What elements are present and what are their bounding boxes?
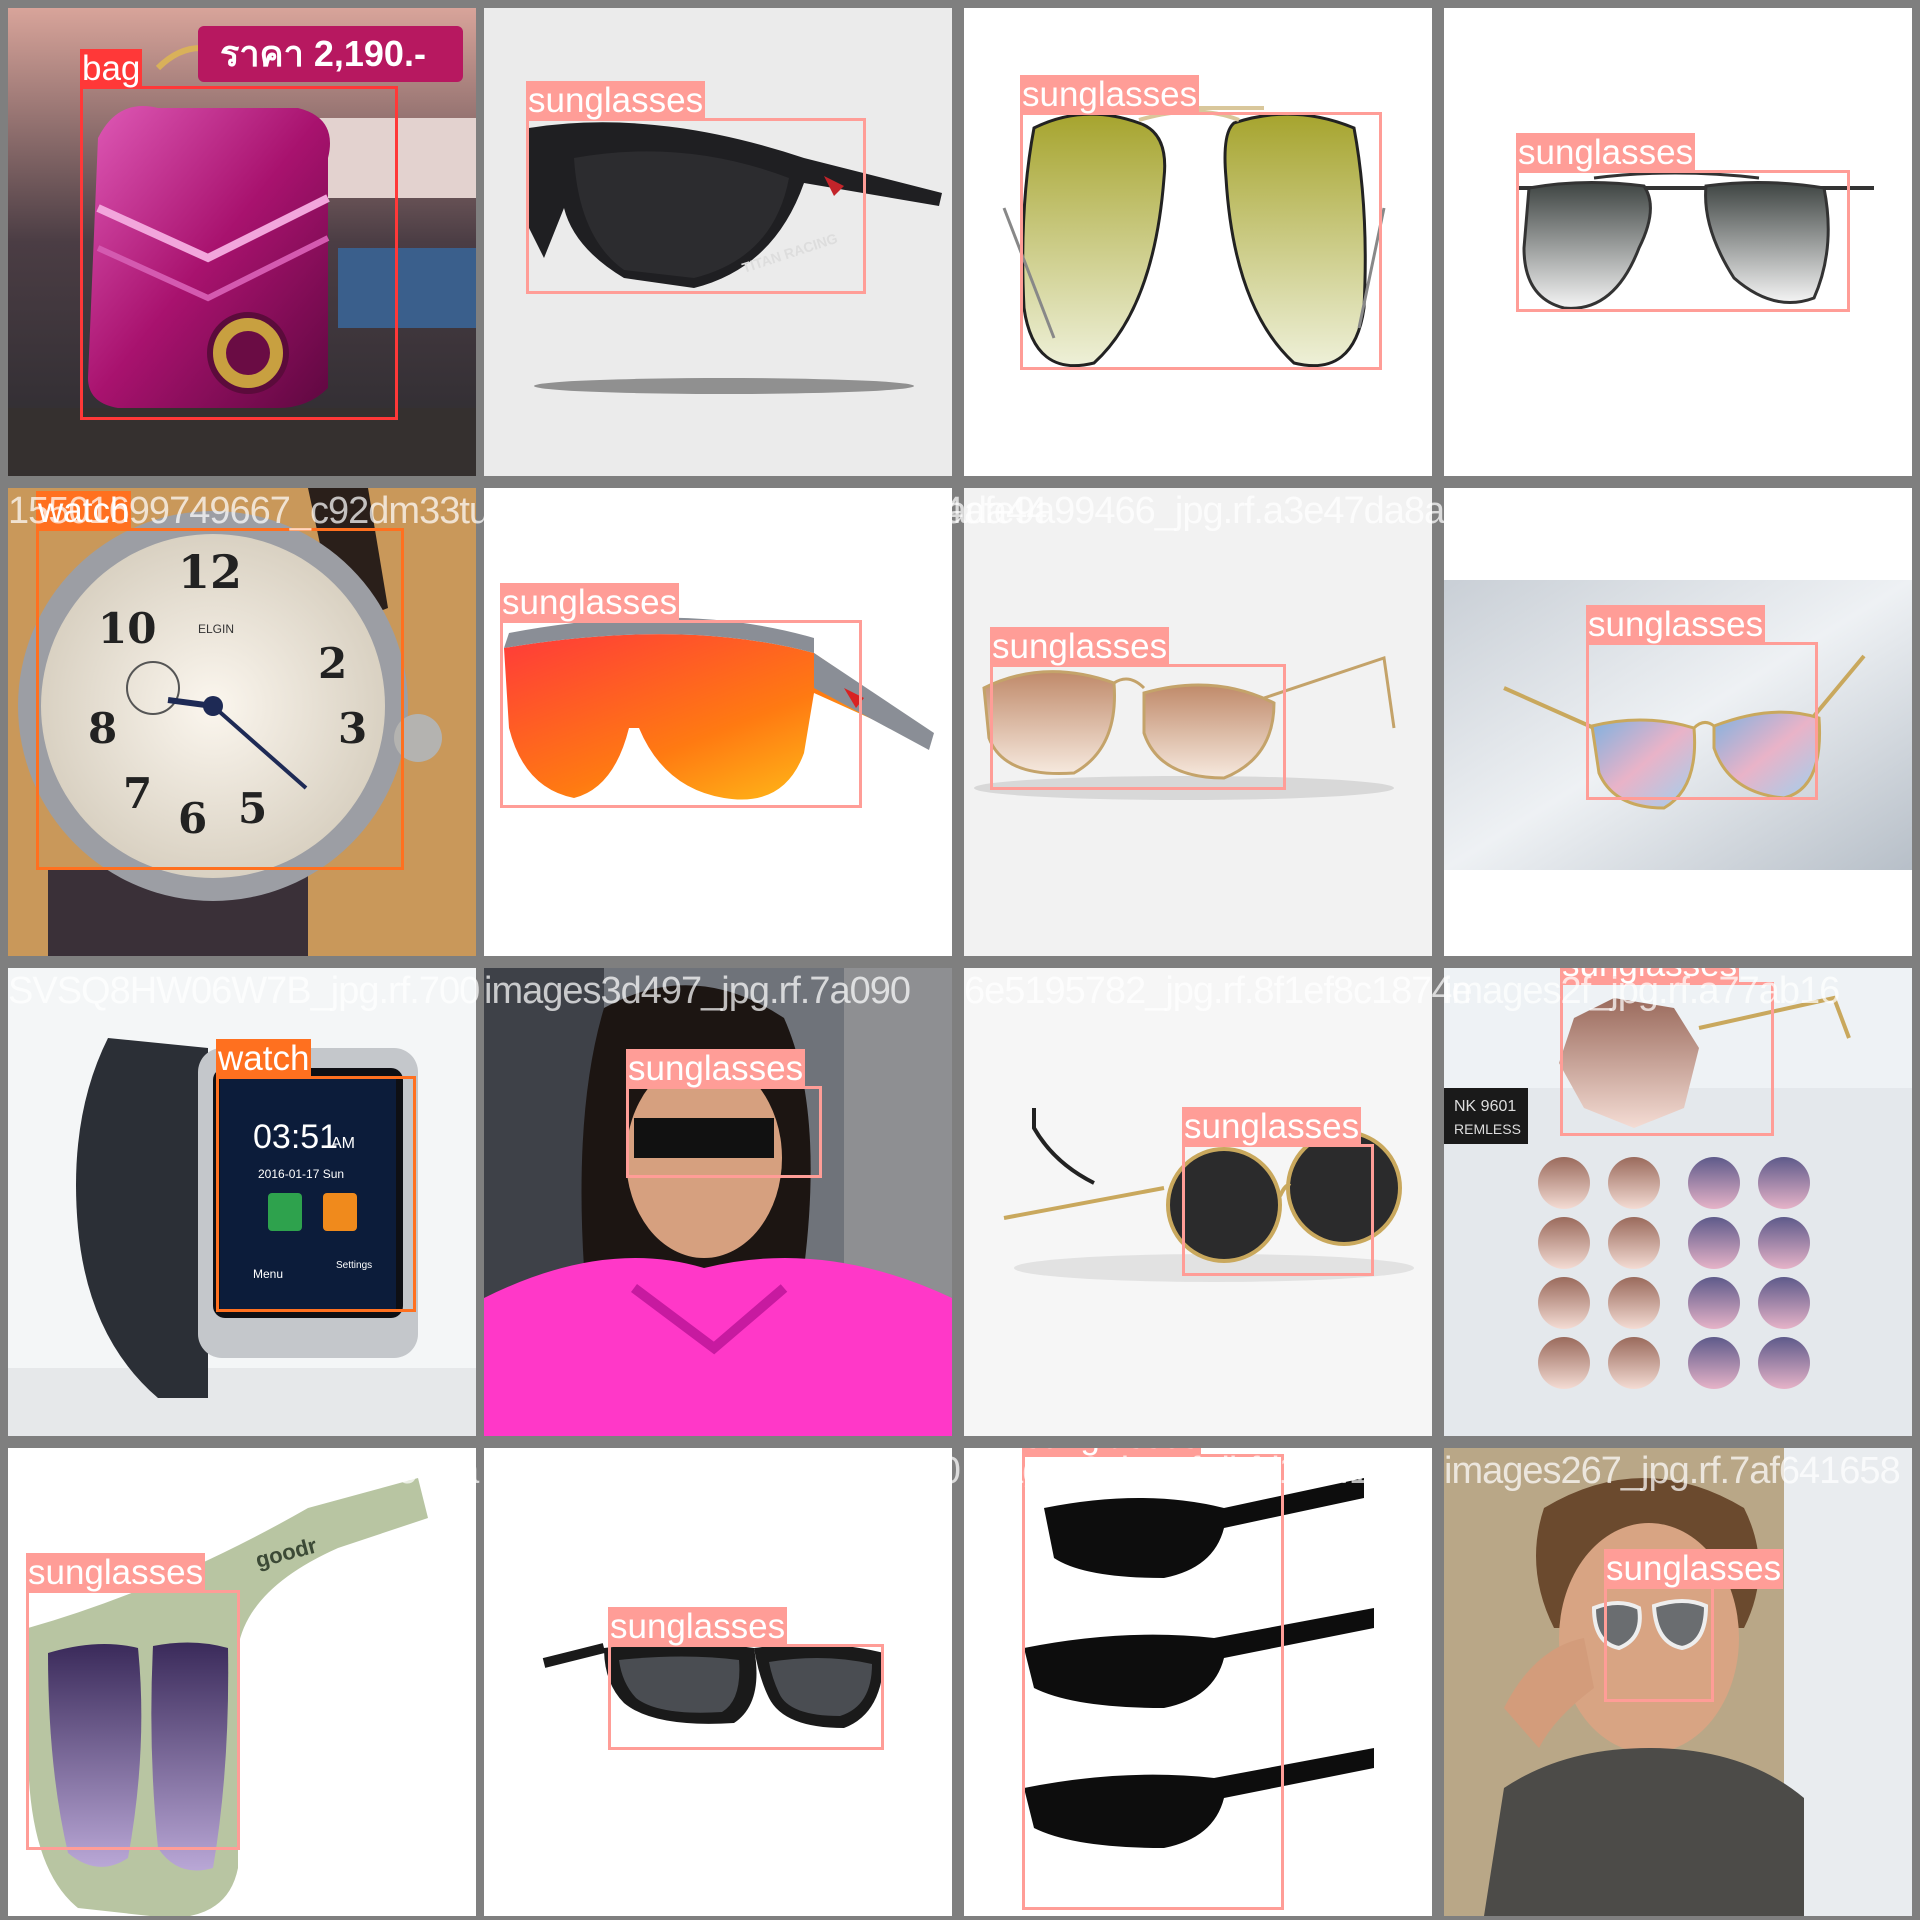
- detection-label: watch: [36, 491, 132, 531]
- detection-label: sunglasses: [1604, 1549, 1784, 1589]
- detection-box: sunglasses: [500, 583, 862, 808]
- tile-16: sunglasses: [1444, 1448, 1912, 1916]
- tile-1: ราคา 2,190.- bag: [8, 8, 476, 476]
- detection-box: sunglasses: [608, 1607, 884, 1750]
- detection-label: bag: [80, 49, 143, 89]
- detection-box: sunglasses: [1604, 1549, 1784, 1702]
- detection-label: sunglasses: [26, 1553, 206, 1593]
- tile-15: sunglasses: [964, 1448, 1432, 1916]
- detection-label: sunglasses: [990, 627, 1170, 667]
- tile-7: sunglasses: [964, 488, 1432, 956]
- detection-box: sunglasses: [1560, 968, 1774, 1136]
- detection-box: sunglasses: [626, 1049, 822, 1178]
- detection-box: watch: [36, 491, 404, 870]
- tile-6: sunglasses: [484, 488, 952, 956]
- sign-line-1: NK 9601: [1454, 1098, 1516, 1115]
- detection-mosaic: ราคา 2,190.- bag TITAN RACING sunglasses: [0, 0, 1920, 1920]
- tile-13: goodr sunglasses: [8, 1448, 476, 1916]
- tile-8: sunglasses: [1444, 488, 1912, 956]
- detection-label: sunglasses: [1182, 1107, 1362, 1147]
- detection-label: sunglasses: [1560, 968, 1740, 985]
- detection-box: bag: [80, 49, 398, 420]
- tile-4: sunglasses: [1444, 8, 1912, 476]
- detection-label: sunglasses: [626, 1049, 806, 1089]
- tile-3: sunglasses: [964, 8, 1432, 476]
- sign-line-2: REMLESS: [1454, 1121, 1521, 1137]
- detection-label: watch: [216, 1039, 312, 1079]
- tile-14: sunglasses: [484, 1448, 952, 1916]
- detection-box: sunglasses: [1022, 1448, 1284, 1910]
- detection-label: sunglasses: [526, 81, 706, 121]
- detection-box: watch: [216, 1039, 416, 1312]
- detection-label: sunglasses: [1586, 605, 1766, 645]
- woman-sunglasses-photo: [484, 968, 952, 1436]
- detection-box: sunglasses: [26, 1553, 240, 1850]
- detection-box: sunglasses: [1516, 133, 1850, 312]
- detection-box: sunglasses: [1020, 75, 1382, 370]
- price-tag: ราคา 2,190.-: [220, 33, 426, 74]
- tile-5: 12 10 2 3 8 7 6 5 ELGIN watch: [8, 488, 476, 956]
- tile-9: 03:51 AM 2016-01-17 Sun Menu Settings wa…: [8, 968, 476, 1436]
- detection-box: sunglasses: [1182, 1107, 1374, 1276]
- detection-label: sunglasses: [1020, 75, 1200, 115]
- detection-box: sunglasses: [990, 627, 1286, 790]
- detection-box: sunglasses: [1586, 605, 1818, 800]
- detection-label: sunglasses: [1516, 133, 1696, 173]
- detection-label: sunglasses: [608, 1607, 788, 1647]
- detection-box: sunglasses: [526, 81, 866, 294]
- tile-12: NK 9601 REMLESS sunglasses: [1444, 968, 1912, 1436]
- tile-2: TITAN RACING sunglasses: [484, 8, 952, 476]
- detection-label: sunglasses: [1022, 1448, 1202, 1457]
- detection-label: sunglasses: [500, 583, 680, 623]
- tile-11: sunglasses: [964, 968, 1432, 1436]
- tile-10: sunglasses: [484, 968, 952, 1436]
